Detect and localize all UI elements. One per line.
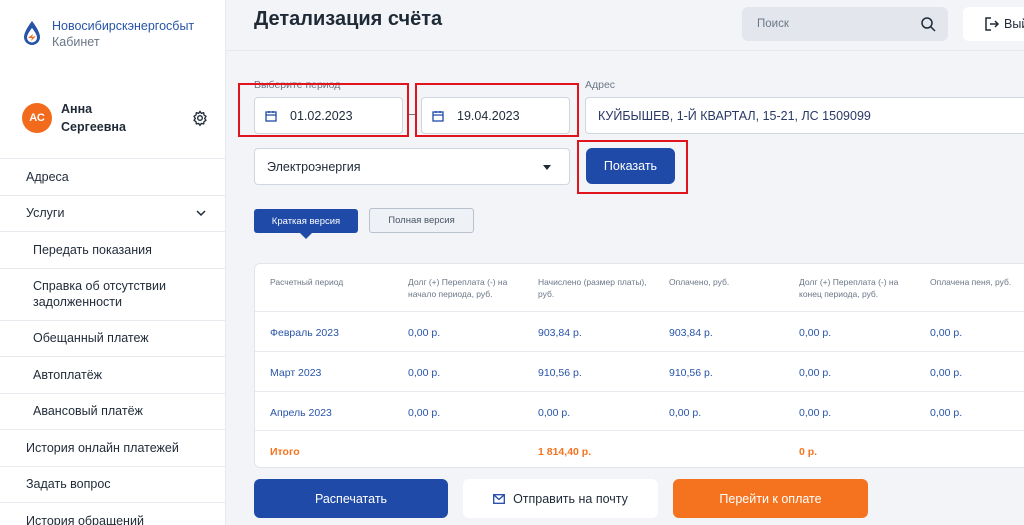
tab-short-version[interactable]: Краткая версия: [254, 209, 358, 233]
cell-paid: 0,00 р.: [669, 407, 702, 419]
mail-icon: [493, 493, 506, 504]
column-header: Оплачена пеня, руб.: [930, 277, 1012, 287]
tab-full-version[interactable]: Полная версия: [369, 208, 474, 233]
logo-subtitle: Кабинет: [52, 35, 100, 49]
cell-end-debt: 0,00 р.: [799, 367, 832, 379]
user-first-name: Анна: [61, 102, 93, 116]
cell-penalty: 0,00 р.: [930, 407, 963, 419]
cell-penalty: 0,00 р.: [930, 367, 963, 379]
sidebar-item-submit-readings[interactable]: Передать показания: [0, 231, 226, 268]
highlight-date-to: [415, 83, 579, 137]
cell-charged: 0,00 р.: [538, 407, 571, 419]
search-input[interactable]: Поиск: [742, 7, 948, 41]
print-button[interactable]: Распечатать: [254, 479, 448, 518]
sidebar-item-label: Передать показания: [33, 242, 152, 257]
logo[interactable]: Новосибирскэнергосбыт Кабинет: [22, 18, 194, 50]
user-name: Анна Сергеевна: [61, 100, 192, 136]
logo-drop-icon: [24, 21, 40, 45]
tab-active-pointer: [300, 233, 312, 239]
address-value: КУЙБЫШЕВ, 1-Й КВАРТАЛ, 15-21, ЛС 1509099: [598, 108, 871, 123]
cell-end-debt: 0,00 р.: [799, 327, 832, 339]
column-header: Расчетный период: [270, 277, 344, 287]
sidebar-item-label: Услуги: [26, 206, 65, 221]
sidebar-item-label: Обещанный платеж: [33, 331, 149, 346]
address-select[interactable]: КУЙБЫШЕВ, 1-Й КВАРТАЛ, 15-21, ЛС 1509099: [585, 97, 1024, 134]
highlight-date-from: [238, 83, 409, 137]
cell-period: Февраль 2023: [270, 327, 339, 339]
user-last-name: Сергеевна: [61, 120, 126, 134]
cell-start-debt: 0,00 р.: [408, 367, 441, 379]
sidebar-item-advance-payment[interactable]: Авансовый платёж: [0, 392, 226, 430]
sidebar-item-addresses[interactable]: Адреса: [0, 158, 226, 195]
column-header: Оплачено, руб.: [669, 277, 730, 287]
sidebar-item-label: Авансовый платёж: [33, 404, 143, 419]
table-total-row: Итого 1 814,40 р. 0 р.: [255, 430, 1024, 470]
cell-paid: 910,56 р.: [669, 367, 713, 379]
header-divider: [226, 50, 1024, 51]
user-block: АС Анна Сергеевна: [22, 100, 208, 136]
search-icon[interactable]: [920, 16, 936, 32]
column-header: Долг (+) Переплата (-) на начало периода…: [408, 277, 508, 299]
service-select[interactable]: Электроэнергия: [254, 148, 570, 185]
logo-title: Новосибирскэнергосбыт: [52, 19, 195, 33]
table-row: Март 2023 0,00 р. 910,56 р. 910,56 р. 0,…: [255, 351, 1024, 391]
page-title: Детализация счёта: [254, 8, 443, 30]
search-placeholder: Поиск: [757, 18, 789, 30]
cell-charged: 910,56 р.: [538, 367, 582, 379]
total-charged: 1 814,40 р.: [538, 446, 592, 458]
cell-end-debt: 0,00 р.: [799, 407, 832, 419]
caret-down-icon: [543, 165, 551, 170]
sidebar-item-label: История обращений: [26, 513, 144, 525]
sidebar-item-promised-payment[interactable]: Обещанный платеж: [0, 319, 226, 357]
send-email-button[interactable]: Отправить на почту: [463, 479, 658, 518]
column-header: Долг (+) Переплата (-) на конец периода,…: [799, 277, 899, 299]
avatar[interactable]: АС: [22, 103, 52, 133]
column-header: Начислено (размер платы), руб.: [538, 277, 647, 299]
exit-button[interactable]: Вый: [963, 7, 1024, 41]
sidebar-item-label: История онлайн платежей: [26, 440, 179, 455]
cell-start-debt: 0,00 р.: [408, 407, 441, 419]
go-to-payment-button[interactable]: Перейти к оплате: [673, 479, 868, 518]
sidebar-item-label: Адреса: [26, 169, 69, 184]
address-label: Адрес: [585, 79, 616, 91]
sidebar-item-label: Задать вопрос: [26, 477, 111, 492]
sidebar-item-autopay[interactable]: Автоплатёж: [0, 356, 226, 393]
total-end-debt: 0 р.: [799, 446, 818, 458]
exit-label: Вый: [1004, 17, 1024, 31]
sidebar-item-ask-question[interactable]: Задать вопрос: [0, 465, 226, 503]
total-label: Итого: [270, 446, 300, 458]
sidebar-item-label: Автоплатёж: [33, 367, 103, 382]
exit-icon: [985, 17, 999, 31]
cell-penalty: 0,00 р.: [930, 327, 963, 339]
table-row: Февраль 2023 0,00 р. 903,84 р. 903,84 р.…: [255, 311, 1024, 351]
sidebar: Новосибирскэнергосбыт Кабинет АС Анна Се…: [0, 0, 226, 525]
sidebar-item-online-payment-history[interactable]: История онлайн платежей: [0, 429, 226, 466]
table-row: Апрель 2023 0,00 р. 0,00 р. 0,00 р. 0,00…: [255, 391, 1024, 431]
sidebar-item-services[interactable]: Услуги: [0, 194, 226, 232]
sidebar-item-label: Справка об отсутствии задолженности: [33, 279, 167, 309]
cell-period: Март 2023: [270, 367, 322, 379]
send-email-label: Отправить на почту: [513, 491, 628, 506]
cell-start-debt: 0,00 р.: [408, 327, 441, 339]
billing-table: Расчетный период Долг (+) Переплата (-) …: [254, 263, 1024, 468]
cell-paid: 903,84 р.: [669, 327, 713, 339]
highlight-show-button: [577, 140, 688, 194]
sidebar-item-no-debt-certificate[interactable]: Справка об отсутствии задолженности: [0, 267, 226, 320]
cell-period: Апрель 2023: [270, 407, 332, 419]
service-value: Электроэнергия: [267, 159, 361, 174]
chevron-down-icon: [196, 210, 206, 217]
sidebar-nav: Адреса Услуги Передать показания Справка…: [0, 158, 226, 525]
cell-charged: 903,84 р.: [538, 327, 582, 339]
sidebar-item-request-history[interactable]: История обращений: [0, 502, 226, 525]
gear-icon[interactable]: [192, 110, 208, 126]
